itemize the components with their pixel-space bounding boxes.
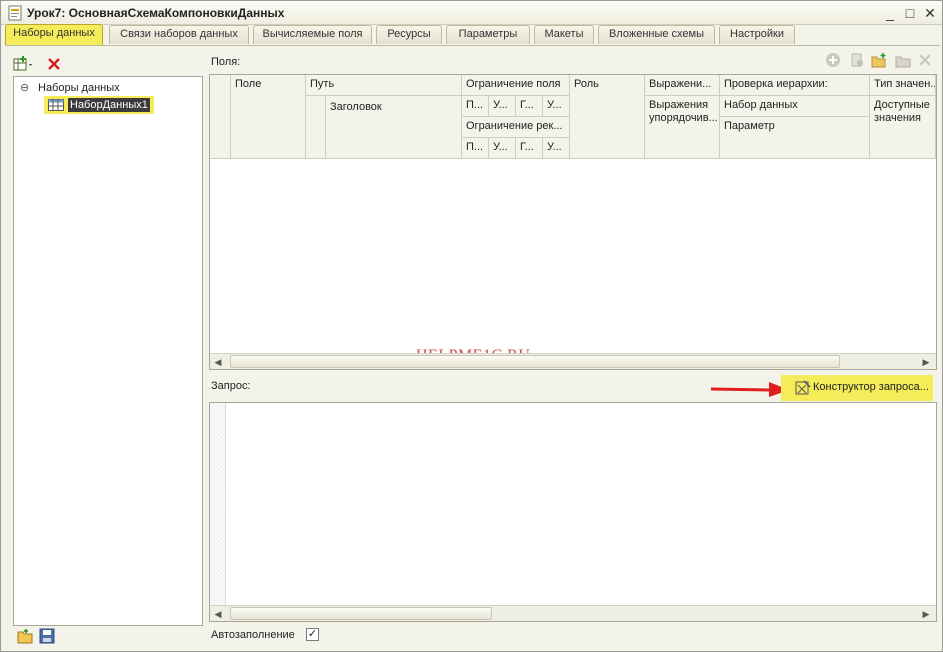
column-value-type[interactable]: Тип значен...	[870, 75, 936, 96]
query-constructor-icon	[795, 380, 811, 395]
table-icon	[48, 99, 64, 112]
window-title: Урок7: ОсновнаяСхемаКомпоновкиДанных	[27, 6, 285, 20]
datasets-tree: ⊖ Наборы данных НаборДанных1	[13, 76, 203, 626]
fields-horizontal-scrollbar[interactable]: ◀ ▶	[210, 353, 936, 369]
folder-icon[interactable]	[895, 52, 911, 68]
tree-item-dataset1[interactable]: НаборДанных1	[44, 96, 154, 115]
tab-datasets[interactable]: Наборы данных	[5, 24, 103, 45]
query-editor[interactable]: ◀ ▶	[209, 402, 937, 622]
column-hierarchy-dataset[interactable]: Набор данных	[720, 96, 870, 117]
collapse-icon[interactable]: ⊖	[20, 81, 29, 94]
open-folder-icon[interactable]	[17, 628, 33, 644]
tree-item-label: НаборДанных1	[68, 98, 150, 112]
tab-dataset-links[interactable]: Связи наборов данных	[109, 25, 249, 44]
restriction-flag-4[interactable]: У...	[543, 96, 570, 117]
tab-content: ⊖ Наборы данных НаборДанных1 Поля: Поле …	[5, 45, 940, 649]
autofill-checkbox[interactable]: ✓	[306, 628, 319, 641]
column-title[interactable]: Заголовок	[326, 96, 462, 159]
attr-flag-3[interactable]: Г...	[516, 138, 543, 159]
column-path[interactable]: Путь	[306, 75, 462, 96]
autofill-label: Автозаполнение	[211, 629, 295, 641]
tab-resources[interactable]: Ресурсы	[376, 25, 442, 44]
query-constructor-label: Конструктор запроса...	[813, 381, 929, 393]
tab-parameters[interactable]: Параметры	[446, 25, 530, 44]
save-icon[interactable]	[39, 628, 55, 644]
form-icon	[8, 5, 22, 21]
add-field-icon[interactable]	[825, 52, 841, 68]
main-window: Урок7: ОсновнаяСхемаКомпоновкиДанных _ □…	[0, 0, 943, 652]
editor-scroll-thumb[interactable]	[230, 607, 492, 620]
restriction-flag-2[interactable]: У...	[489, 96, 516, 117]
fields-table: Поле Путь Заголовок Ограничение поля П..…	[209, 74, 937, 370]
column-field[interactable]: Поле	[231, 75, 306, 159]
copy-field-icon[interactable]	[849, 52, 865, 68]
tab-layouts[interactable]: Макеты	[534, 25, 594, 44]
restriction-flag-1[interactable]: П...	[462, 96, 489, 117]
delete-icon[interactable]	[47, 57, 61, 71]
scroll-right-arrow[interactable]: ▶	[920, 356, 932, 368]
add-dataset-icon[interactable]	[13, 56, 35, 72]
delete-field-icon[interactable]	[917, 52, 933, 68]
maximize-button[interactable]: □	[901, 4, 919, 22]
tab-nested-schemas[interactable]: Вложенные схемы	[598, 25, 715, 44]
column-hierarchy-check[interactable]: Проверка иерархии:	[720, 75, 870, 96]
column-attr-restriction[interactable]: Ограничение рек...	[462, 117, 570, 138]
add-folder-icon[interactable]	[871, 52, 887, 68]
row-marker-column	[210, 75, 231, 159]
tree-root-label[interactable]: Наборы данных	[38, 82, 120, 94]
column-available-values[interactable]: Доступные значения	[870, 96, 936, 159]
tab-calculated-fields[interactable]: Вычисляемые поля	[253, 25, 372, 44]
query-label: Запрос:	[211, 380, 251, 392]
restriction-flag-3[interactable]: Г...	[516, 96, 543, 117]
editor-scroll-right-arrow[interactable]: ▶	[920, 608, 932, 620]
column-order-expression[interactable]: Выражения упорядочив...	[645, 96, 720, 159]
tab-settings[interactable]: Настройки	[719, 25, 795, 44]
minimize-button[interactable]: _	[881, 4, 899, 22]
attr-flag-1[interactable]: П...	[462, 138, 489, 159]
tab-bar: Наборы данных Связи наборов данных Вычис…	[5, 24, 940, 45]
fields-label: Поля:	[211, 56, 241, 68]
column-expression[interactable]: Выражени...	[645, 75, 720, 96]
fields-table-header: Поле Путь Заголовок Ограничение поля П..…	[210, 75, 936, 159]
column-role[interactable]: Роль	[570, 75, 645, 159]
column-field-restriction[interactable]: Ограничение поля	[462, 75, 570, 96]
editor-scroll-left-arrow[interactable]: ◀	[212, 608, 224, 620]
query-constructor-button[interactable]: Конструктор запроса...	[781, 375, 933, 401]
editor-gutter	[210, 403, 226, 605]
scroll-thumb[interactable]	[230, 355, 840, 368]
dataset-details: Поля: Поле Путь Заголовок Ограничение по…	[209, 46, 940, 650]
editor-horizontal-scrollbar[interactable]: ◀ ▶	[210, 605, 936, 621]
red-arrow-annotation	[710, 382, 789, 397]
column-path-indent	[306, 96, 326, 159]
title-bar: Урок7: ОсновнаяСхемаКомпоновкиДанных _ □…	[1, 1, 942, 25]
column-hierarchy-param[interactable]: Параметр	[720, 117, 870, 159]
attr-flag-2[interactable]: У...	[489, 138, 516, 159]
attr-flag-4[interactable]: У...	[543, 138, 570, 159]
scroll-left-arrow[interactable]: ◀	[212, 356, 224, 368]
close-button[interactable]: ✕	[921, 4, 939, 22]
datasets-panel: ⊖ Наборы данных НаборДанных1	[7, 50, 205, 644]
